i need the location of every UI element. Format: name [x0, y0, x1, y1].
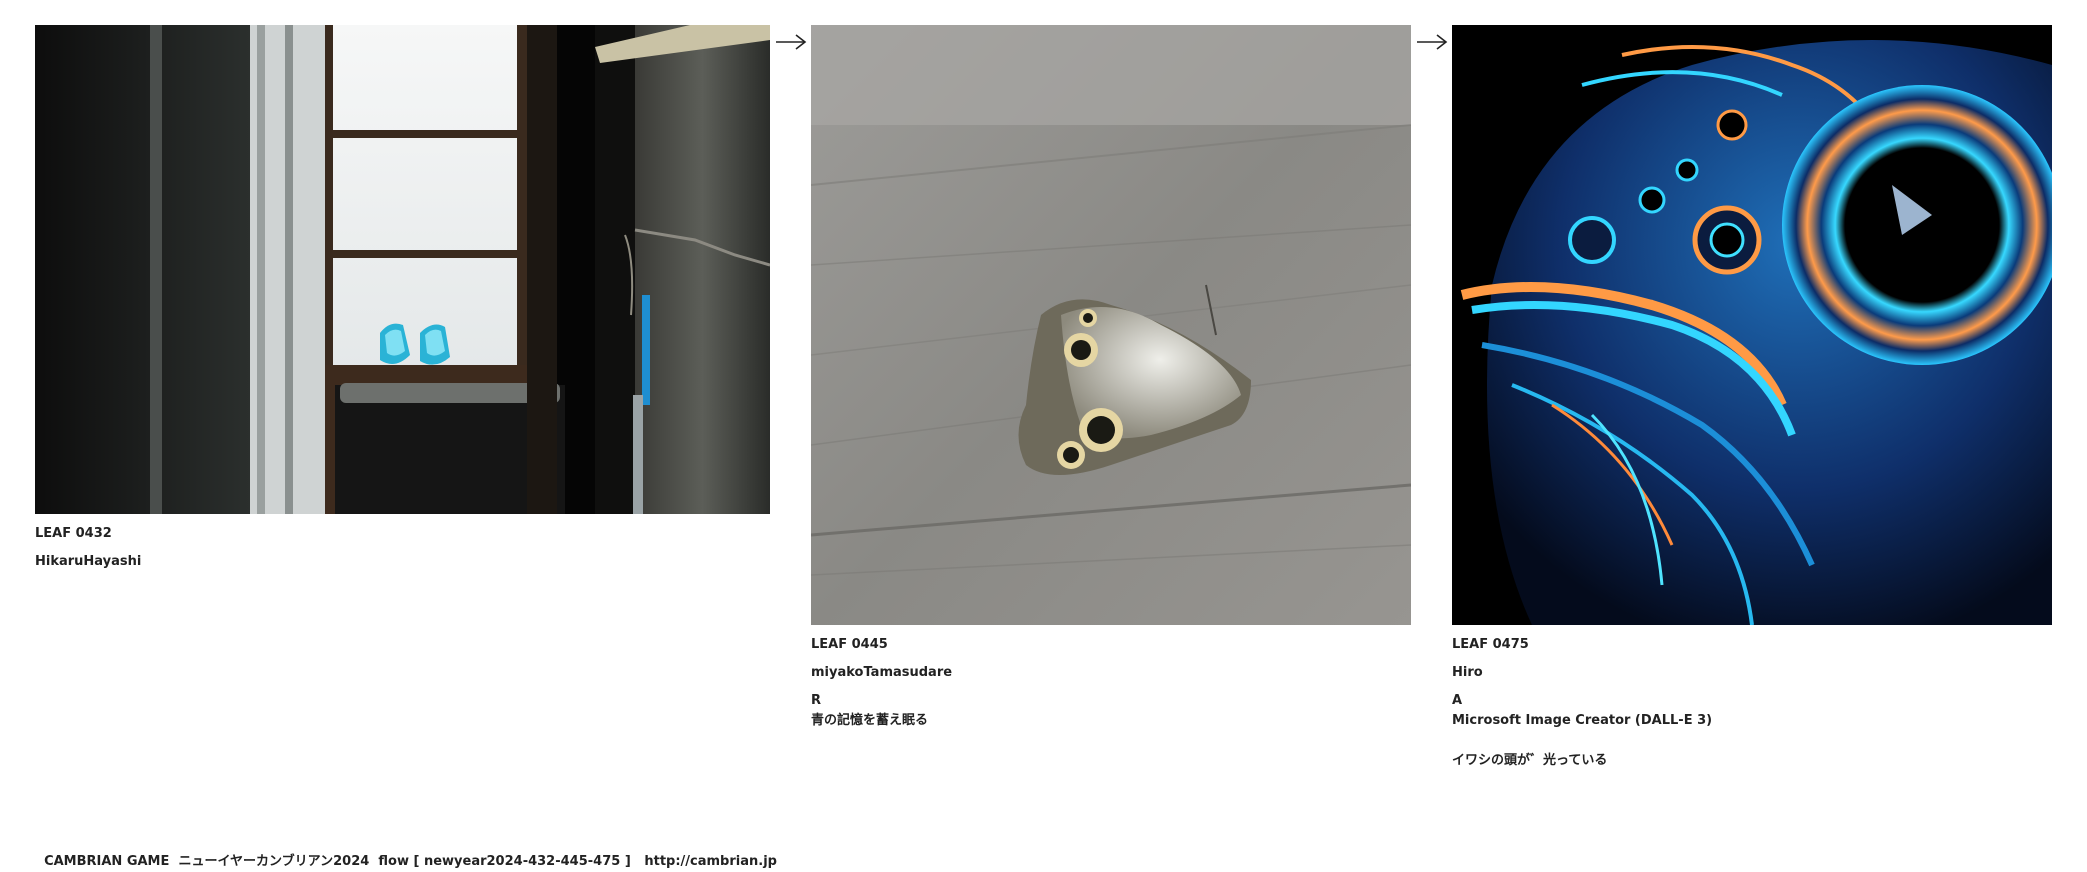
leaf-author-2[interactable]: miyakoTamasudare — [811, 663, 1411, 683]
leaf-letter-2: R — [811, 693, 822, 708]
leaf-id-2[interactable]: LEAF 0445 — [811, 635, 1411, 655]
leaf-card-2: LEAF 0445 miyakoTamasudare R 青の記憶を蓄え眠る — [811, 25, 1411, 731]
leaf-card-3: LEAF 0475 Hiro A Microsoft Image Creator… — [1452, 25, 2052, 771]
leaf-image-3[interactable] — [1452, 25, 2052, 625]
neon-fish-image — [1452, 25, 2052, 625]
window-photo-image — [35, 25, 770, 514]
leaf-text-2: 青の記憶を蓄え眠る — [811, 713, 929, 728]
leaf-id-1[interactable]: LEAF 0432 — [35, 524, 770, 544]
leaf-id-3[interactable]: LEAF 0475 — [1452, 635, 2052, 655]
arrow-right-icon — [1415, 32, 1449, 52]
arrow-right-icon — [774, 32, 808, 52]
butterfly-photo-image — [811, 25, 1411, 625]
leaf-author-1[interactable]: HikaruHayashi — [35, 552, 770, 572]
leaf-author-3[interactable]: Hiro — [1452, 663, 2052, 683]
leaf-card-1: LEAF 0432 HikaruHayashi — [35, 25, 770, 572]
leaf-text-3: イワシの頭が゛光っている — [1452, 753, 1608, 768]
leaf-image-2[interactable] — [811, 25, 1411, 625]
leaf-letter-3: A — [1452, 693, 1463, 708]
footer: CAMBRIAN GAME ニューイヤーカンブリアン2024 flow [ ne… — [35, 832, 777, 872]
leaf-image-1[interactable] — [35, 25, 770, 514]
leaf-tool-3: Microsoft Image Creator (DALL-E 3) — [1452, 713, 1713, 728]
